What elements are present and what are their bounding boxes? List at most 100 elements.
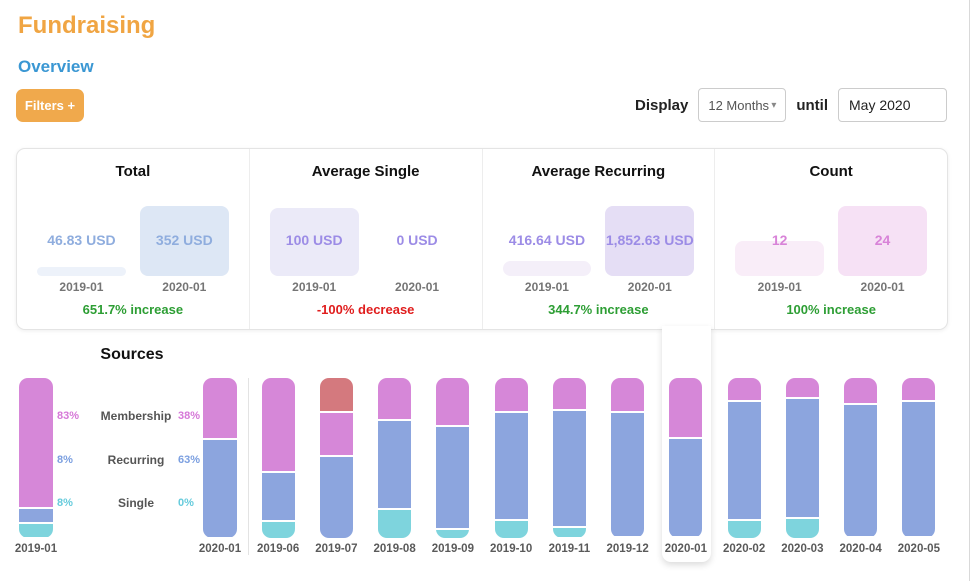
bar-segment-recurring	[669, 439, 702, 536]
stat-value: 1,852.63 USD	[597, 232, 702, 248]
recurring-left-pct: 8%	[57, 454, 95, 466]
stat-date: 2020-01	[605, 280, 694, 294]
stat-bar	[503, 261, 592, 276]
month-bar[interactable]	[436, 378, 469, 538]
chevron-down-icon: ▾	[771, 100, 776, 111]
month-bar[interactable]	[786, 378, 819, 538]
month-bar[interactable]	[495, 378, 528, 538]
bar-segment-membership	[378, 378, 411, 419]
legend-single: Single	[92, 496, 180, 510]
month-label: 2020-01	[665, 543, 707, 555]
stat-value: 12	[727, 232, 832, 248]
month-bar[interactable]	[669, 378, 702, 538]
membership-right-pct: 38%	[178, 410, 216, 422]
month-bar[interactable]	[320, 378, 353, 538]
month-label: 2019-08	[374, 543, 416, 555]
bar-segment-recurring	[436, 427, 469, 528]
stat-value: 416.64 USD	[495, 232, 600, 248]
stat-value: 46.83 USD	[29, 232, 134, 248]
single-left-pct: 8%	[57, 497, 95, 509]
bar-segment-other	[320, 378, 353, 411]
bar-segment-membership	[553, 378, 586, 409]
stat-date: 2019-01	[503, 280, 592, 294]
month-column-2020-05[interactable]: 2020-05	[890, 378, 948, 555]
stat-change: -100% decrease	[250, 302, 482, 317]
month-column-2020-01[interactable]: 2020-01	[657, 378, 715, 555]
bar-segment-recurring	[553, 411, 586, 526]
month-bar[interactable]	[728, 378, 761, 538]
month-bar[interactable]	[262, 378, 295, 538]
bar-segment-recurring	[728, 402, 761, 519]
stat-date: 2019-01	[270, 280, 359, 294]
bar-segment-single	[19, 524, 53, 537]
bar-segment-recurring	[262, 473, 295, 520]
month-label: 2020-02	[723, 543, 765, 555]
month-column-2020-03[interactable]: 2020-03	[773, 378, 831, 555]
stat-change: 100% increase	[715, 302, 947, 317]
month-column-2019-10[interactable]: 2019-10	[482, 378, 540, 555]
stat-card-total: Total 46.83 USD 352 USD 2019-01 2020-01 …	[17, 149, 249, 329]
display-label: Display	[635, 97, 688, 114]
month-column-2019-06[interactable]: 2019-06	[249, 378, 307, 555]
stat-title: Average Single	[250, 163, 482, 180]
recurring-right-pct: 63%	[178, 454, 216, 466]
stat-value: 0 USD	[365, 232, 470, 248]
stat-title: Count	[715, 163, 947, 180]
display-range-value: 12 Months	[708, 98, 769, 113]
month-label: 2019-07	[315, 543, 357, 555]
stat-date: 2020-01	[373, 280, 462, 294]
stat-title: Average Recurring	[483, 163, 715, 180]
bar-segment-recurring	[320, 457, 353, 538]
bar-segment-recurring	[786, 399, 819, 517]
month-column-2019-12[interactable]: 2019-12	[599, 378, 657, 555]
bar-segment-membership	[669, 378, 702, 437]
bar-segment-single	[436, 530, 469, 538]
fundraising-dashboard: Fundraising Overview Filters + Display 1…	[0, 0, 974, 581]
bar-segment-membership	[19, 378, 53, 507]
month-label: 2019-12	[607, 543, 649, 555]
filters-button[interactable]: Filters +	[16, 89, 84, 122]
bar-segment-single	[786, 519, 819, 538]
month-label: 2020-05	[898, 543, 940, 555]
single-right-pct: 0%	[178, 497, 216, 509]
month-bar[interactable]	[611, 378, 644, 538]
month-column-2020-02[interactable]: 2020-02	[715, 378, 773, 555]
page-title: Fundraising	[18, 12, 155, 40]
stat-card-count: Count 12 24 2019-01 2020-01 100% increas…	[714, 149, 947, 329]
stat-card-average-single: Average Single 100 USD 0 USD 2019-01 202…	[249, 149, 482, 329]
until-label: until	[796, 97, 828, 114]
bar-segment-membership	[611, 378, 644, 411]
bar-segment-membership	[262, 378, 295, 471]
bar-segment-recurring	[378, 421, 411, 508]
until-date-input[interactable]	[838, 88, 947, 122]
bar-segment-recurring	[844, 405, 877, 536]
month-column-2020-04[interactable]: 2020-04	[832, 378, 890, 555]
comparison-label-right: 2020-01	[187, 543, 253, 555]
month-column-2019-07[interactable]: 2019-07	[307, 378, 365, 555]
stat-card-average-recurring: Average Recurring 416.64 USD 1,852.63 US…	[482, 149, 715, 329]
bar-segment-membership	[902, 378, 935, 400]
month-bar[interactable]	[844, 378, 877, 538]
month-label: 2020-04	[840, 543, 882, 555]
stat-value: 24	[830, 232, 935, 248]
comparison-label-left: 2019-01	[3, 543, 69, 555]
bar-segment-recurring	[495, 413, 528, 519]
stats-summary-panel: Total 46.83 USD 352 USD 2019-01 2020-01 …	[16, 148, 948, 330]
stat-date: 2019-01	[735, 280, 824, 294]
sources-title: Sources	[16, 346, 248, 364]
display-range-select[interactable]: 12 Months ▾	[698, 88, 786, 122]
month-column-2019-09[interactable]: 2019-09	[424, 378, 482, 555]
month-column-2019-08[interactable]: 2019-08	[366, 378, 424, 555]
month-bar[interactable]	[902, 378, 935, 538]
stat-bar	[37, 267, 126, 276]
bar-segment-membership	[320, 413, 353, 455]
month-bar[interactable]	[553, 378, 586, 538]
bar-segment-membership	[436, 378, 469, 425]
stat-date: 2020-01	[838, 280, 927, 294]
month-label: 2019-10	[490, 543, 532, 555]
month-bar[interactable]	[378, 378, 411, 538]
month-column-2019-11[interactable]: 2019-11	[540, 378, 598, 555]
stat-date: 2019-01	[37, 280, 126, 294]
membership-left-pct: 83%	[57, 410, 95, 422]
legend-recurring: Recurring	[92, 453, 180, 467]
